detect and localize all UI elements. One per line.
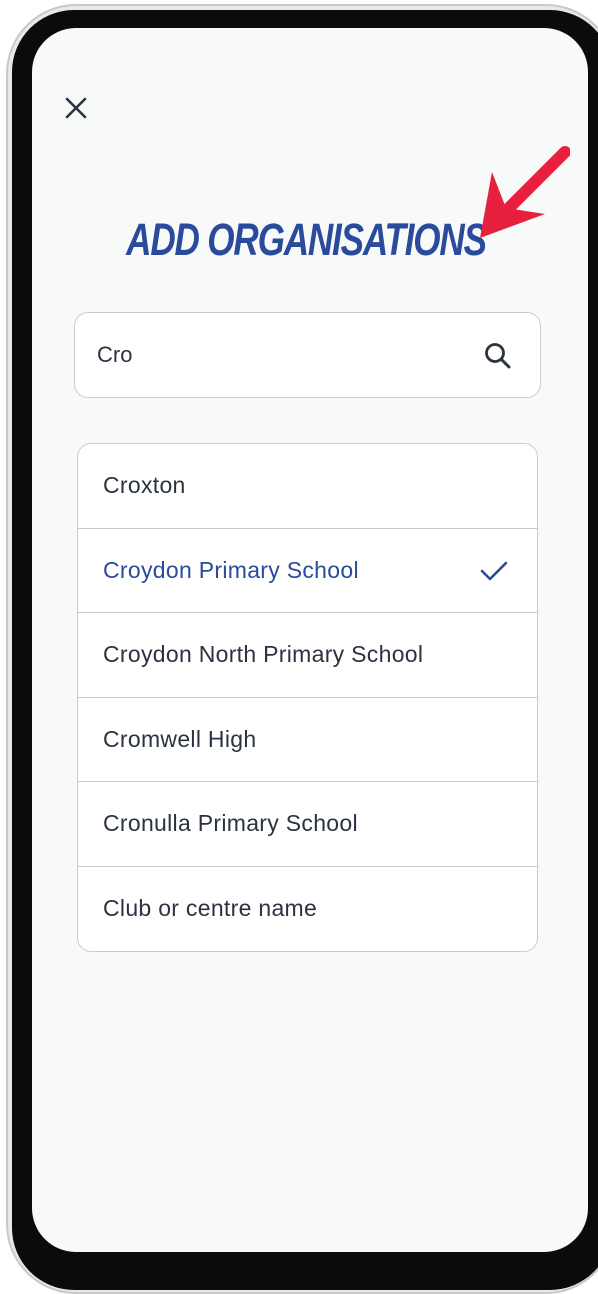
search-icon xyxy=(485,343,511,369)
annotation-arrow-icon xyxy=(480,146,570,238)
search-button[interactable] xyxy=(481,339,515,373)
list-item-club-or-centre-name[interactable]: Club or centre name xyxy=(78,867,537,952)
list-item-cronulla-primary-school[interactable]: Cronulla Primary School xyxy=(78,782,537,867)
list-item-cromwell-high[interactable]: Cromwell High xyxy=(78,698,537,782)
list-item-croydon-primary-school[interactable]: Croydon Primary School xyxy=(78,529,537,613)
list-item-label: Cromwell High xyxy=(103,725,257,752)
list-item-label: Croydon Primary School xyxy=(103,556,359,583)
search-input[interactable] xyxy=(97,337,457,373)
list-item-croydon-north-primary-school[interactable]: Croydon North Primary School xyxy=(78,613,537,698)
close-icon xyxy=(65,97,87,119)
check-icon xyxy=(480,561,508,580)
search-field[interactable] xyxy=(74,312,541,398)
list-item-label: Croydon North Primary School xyxy=(103,641,424,668)
list-item-label: Croxton xyxy=(103,472,186,499)
list-item-label: Cronulla Primary School xyxy=(103,810,358,837)
close-button[interactable] xyxy=(62,94,90,122)
organisation-results-list: Croxton Croydon Primary School Croydon N… xyxy=(77,443,538,952)
list-item-label: Club or centre name xyxy=(103,895,318,922)
list-item-croxton[interactable]: Croxton xyxy=(78,444,537,529)
